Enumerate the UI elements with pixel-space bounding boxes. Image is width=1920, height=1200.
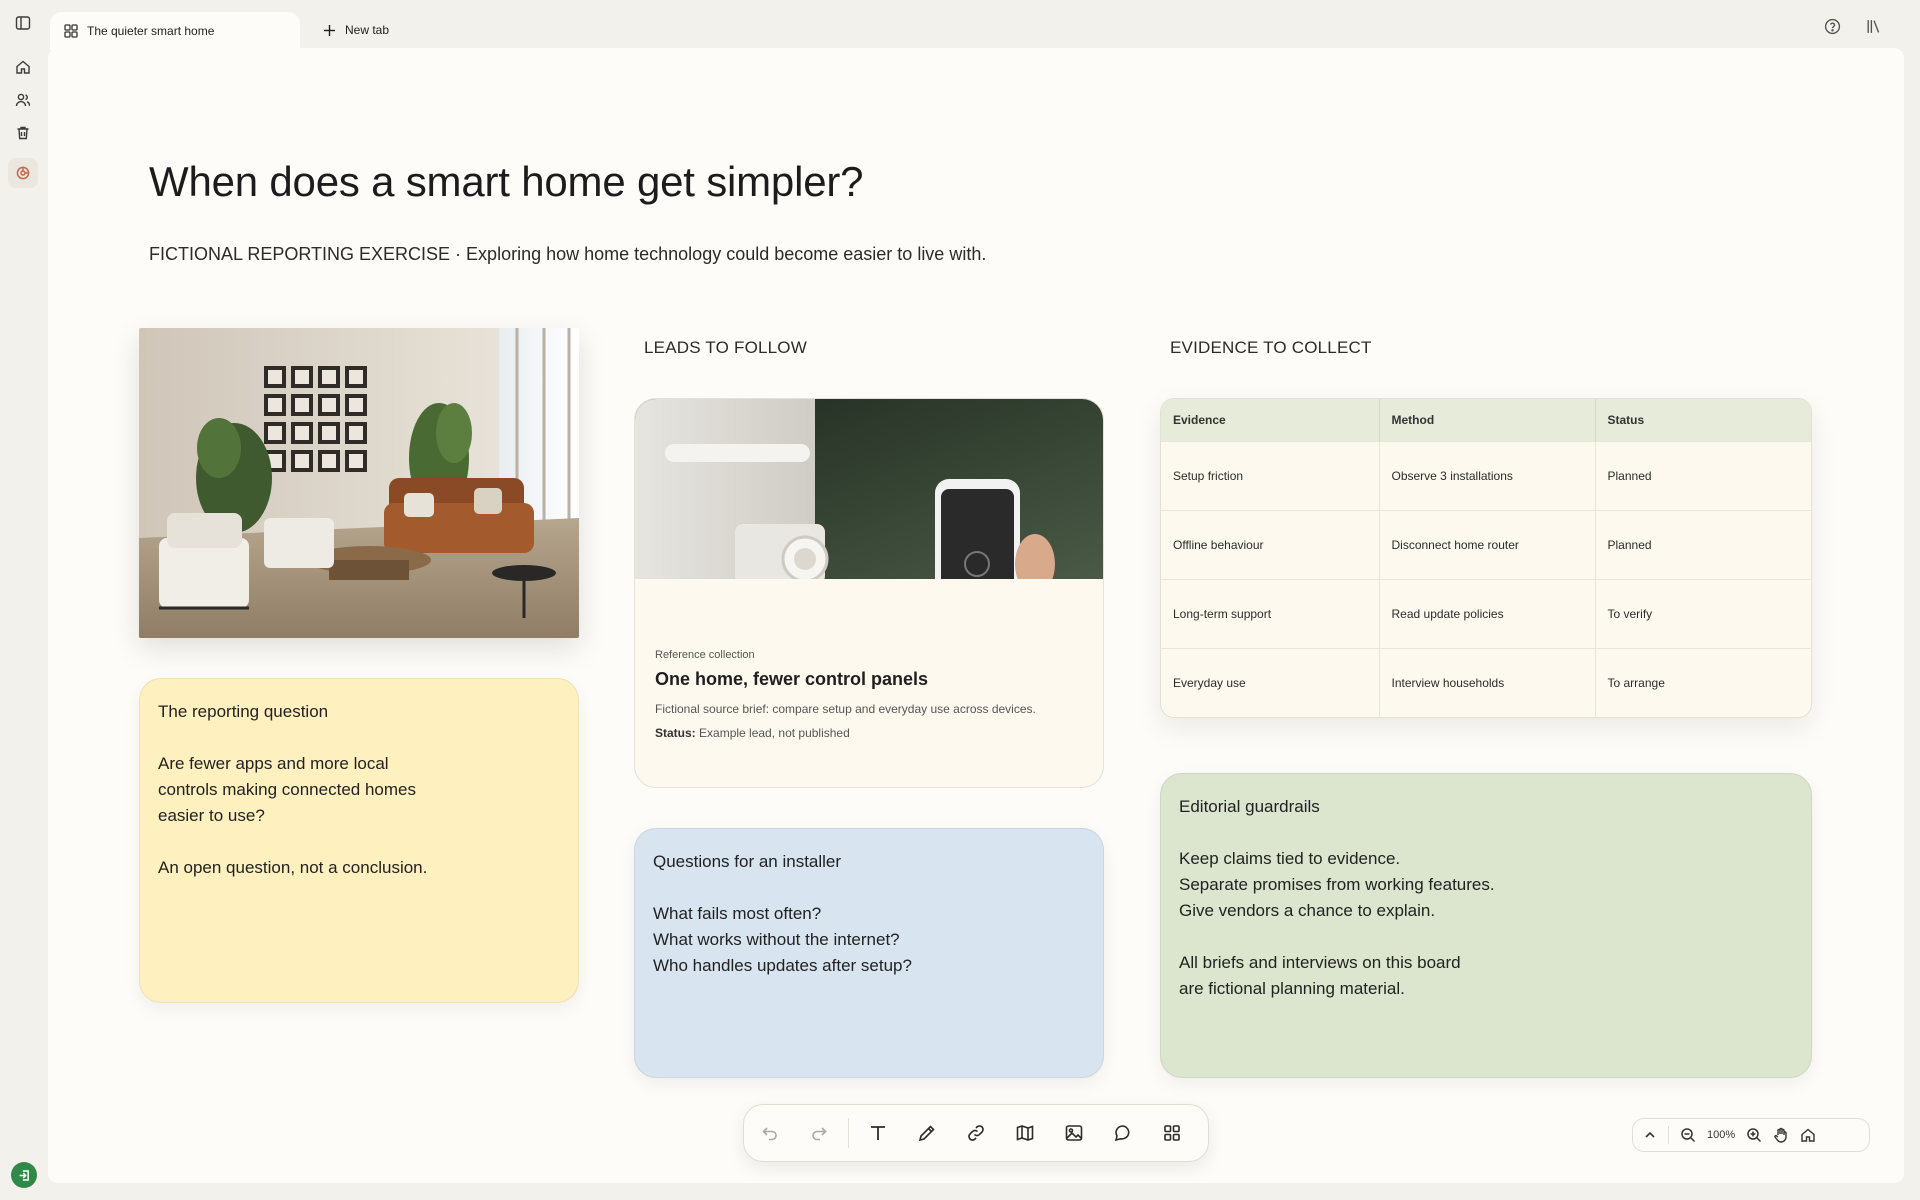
- table-row[interactable]: Long-term support Read update policies T…: [1161, 578, 1811, 648]
- people-icon[interactable]: [8, 85, 38, 115]
- board-canvas[interactable]: When does a smart home get simpler? FICT…: [48, 48, 1904, 1183]
- table-cell: Planned: [1595, 509, 1811, 579]
- lead-description: Fictional source brief: compare setup an…: [655, 702, 1036, 716]
- board-title: When does a smart home get simpler?: [149, 158, 864, 205]
- table-cell: To arrange: [1595, 647, 1811, 717]
- tab-label: The quieter smart home: [87, 24, 215, 38]
- board-icon[interactable]: [8, 158, 38, 188]
- board-grid-icon: [64, 24, 78, 38]
- installer-questions-note[interactable]: Questions for an installer What fails mo…: [634, 828, 1104, 1078]
- table-cell: Read update policies: [1379, 578, 1596, 648]
- comment-icon[interactable]: [1111, 1121, 1135, 1145]
- zoom-level[interactable]: 100%: [1707, 1129, 1735, 1141]
- table-row[interactable]: Setup friction Observe 3 installations P…: [1161, 440, 1811, 510]
- table-cell: Everyday use: [1161, 647, 1380, 717]
- table-header-row: Evidence Method Status: [1161, 399, 1811, 441]
- table-cell: Interview households: [1379, 647, 1596, 717]
- reporting-question-note[interactable]: The reporting question Are fewer apps an…: [139, 678, 579, 1003]
- zoom-controls: 100%: [1632, 1118, 1870, 1152]
- zoom-divider: [1668, 1126, 1669, 1144]
- grid-icon[interactable]: [1160, 1121, 1184, 1145]
- table-cell: Planned: [1595, 440, 1811, 510]
- board-subtitle: FICTIONAL REPORTING EXERCISE · Exploring…: [149, 244, 987, 264]
- column-header-status: Status: [1595, 399, 1811, 441]
- evidence-heading: EVIDENCE TO COLLECT: [1170, 338, 1372, 357]
- lead-card-body: Reference collection One home, fewer con…: [655, 649, 1083, 740]
- plus-icon: [323, 24, 336, 37]
- table-row[interactable]: Offline behaviour Disconnect home router…: [1161, 509, 1811, 579]
- hand-icon[interactable]: [1773, 1127, 1789, 1143]
- lead-status-label: Status:: [655, 726, 696, 740]
- exit-icon[interactable]: [11, 1162, 37, 1188]
- map-icon[interactable]: [1013, 1121, 1037, 1145]
- new-tab-button[interactable]: New tab: [323, 18, 389, 42]
- library-icon[interactable]: [1865, 18, 1882, 35]
- left-rail: [0, 0, 48, 1200]
- home-view-icon[interactable]: [1800, 1127, 1816, 1143]
- table-cell: Long-term support: [1161, 578, 1380, 648]
- table-row[interactable]: Everyday use Interview households To arr…: [1161, 647, 1811, 717]
- drawing-toolbar: [743, 1104, 1209, 1162]
- text-icon[interactable]: [866, 1121, 890, 1145]
- table-cell: Setup friction: [1161, 440, 1380, 510]
- top-right-actions: [1824, 18, 1882, 35]
- column-header-method: Method: [1379, 399, 1596, 441]
- help-icon[interactable]: [1824, 18, 1841, 35]
- lead-eyebrow: Reference collection: [655, 649, 755, 661]
- home-icon[interactable]: [8, 52, 38, 82]
- smart-lock-image: [635, 399, 1103, 579]
- lead-status-value: Example lead, not published: [699, 726, 850, 740]
- chevron-up-icon[interactable]: [1643, 1128, 1657, 1142]
- table-cell: Observe 3 installations: [1379, 440, 1596, 510]
- image-icon[interactable]: [1062, 1121, 1086, 1145]
- evidence-table[interactable]: Evidence Method Status Setup friction Ob…: [1160, 398, 1812, 718]
- table-cell: Disconnect home router: [1379, 509, 1596, 579]
- sidebar-toggle-icon[interactable]: [8, 8, 38, 38]
- toolbar-divider: [848, 1118, 849, 1148]
- pen-icon[interactable]: [915, 1121, 939, 1145]
- table-cell: To verify: [1595, 578, 1811, 648]
- column-header-evidence: Evidence: [1161, 399, 1380, 441]
- new-tab-label: New tab: [345, 23, 390, 37]
- link-icon[interactable]: [964, 1121, 988, 1145]
- redo-icon[interactable]: [807, 1121, 831, 1145]
- zoom-in-icon[interactable]: [1746, 1127, 1762, 1143]
- undo-icon[interactable]: [758, 1121, 782, 1145]
- lead-card[interactable]: Reference collection One home, fewer con…: [634, 398, 1104, 788]
- tab-active-board[interactable]: The quieter smart home: [50, 12, 300, 50]
- zoom-out-icon[interactable]: [1680, 1127, 1696, 1143]
- lead-title: One home, fewer control panels: [655, 669, 929, 689]
- trash-icon[interactable]: [8, 118, 38, 148]
- editorial-guardrails-note[interactable]: Editorial guardrails Keep claims tied to…: [1160, 773, 1812, 1078]
- tab-bar: The quieter smart home New tab: [48, 0, 1920, 50]
- table-cell: Offline behaviour: [1161, 509, 1380, 579]
- lead-status: Status: Example lead, not published: [655, 726, 1083, 740]
- leads-heading: LEADS TO FOLLOW: [644, 338, 807, 357]
- living-room-image[interactable]: [139, 328, 579, 638]
